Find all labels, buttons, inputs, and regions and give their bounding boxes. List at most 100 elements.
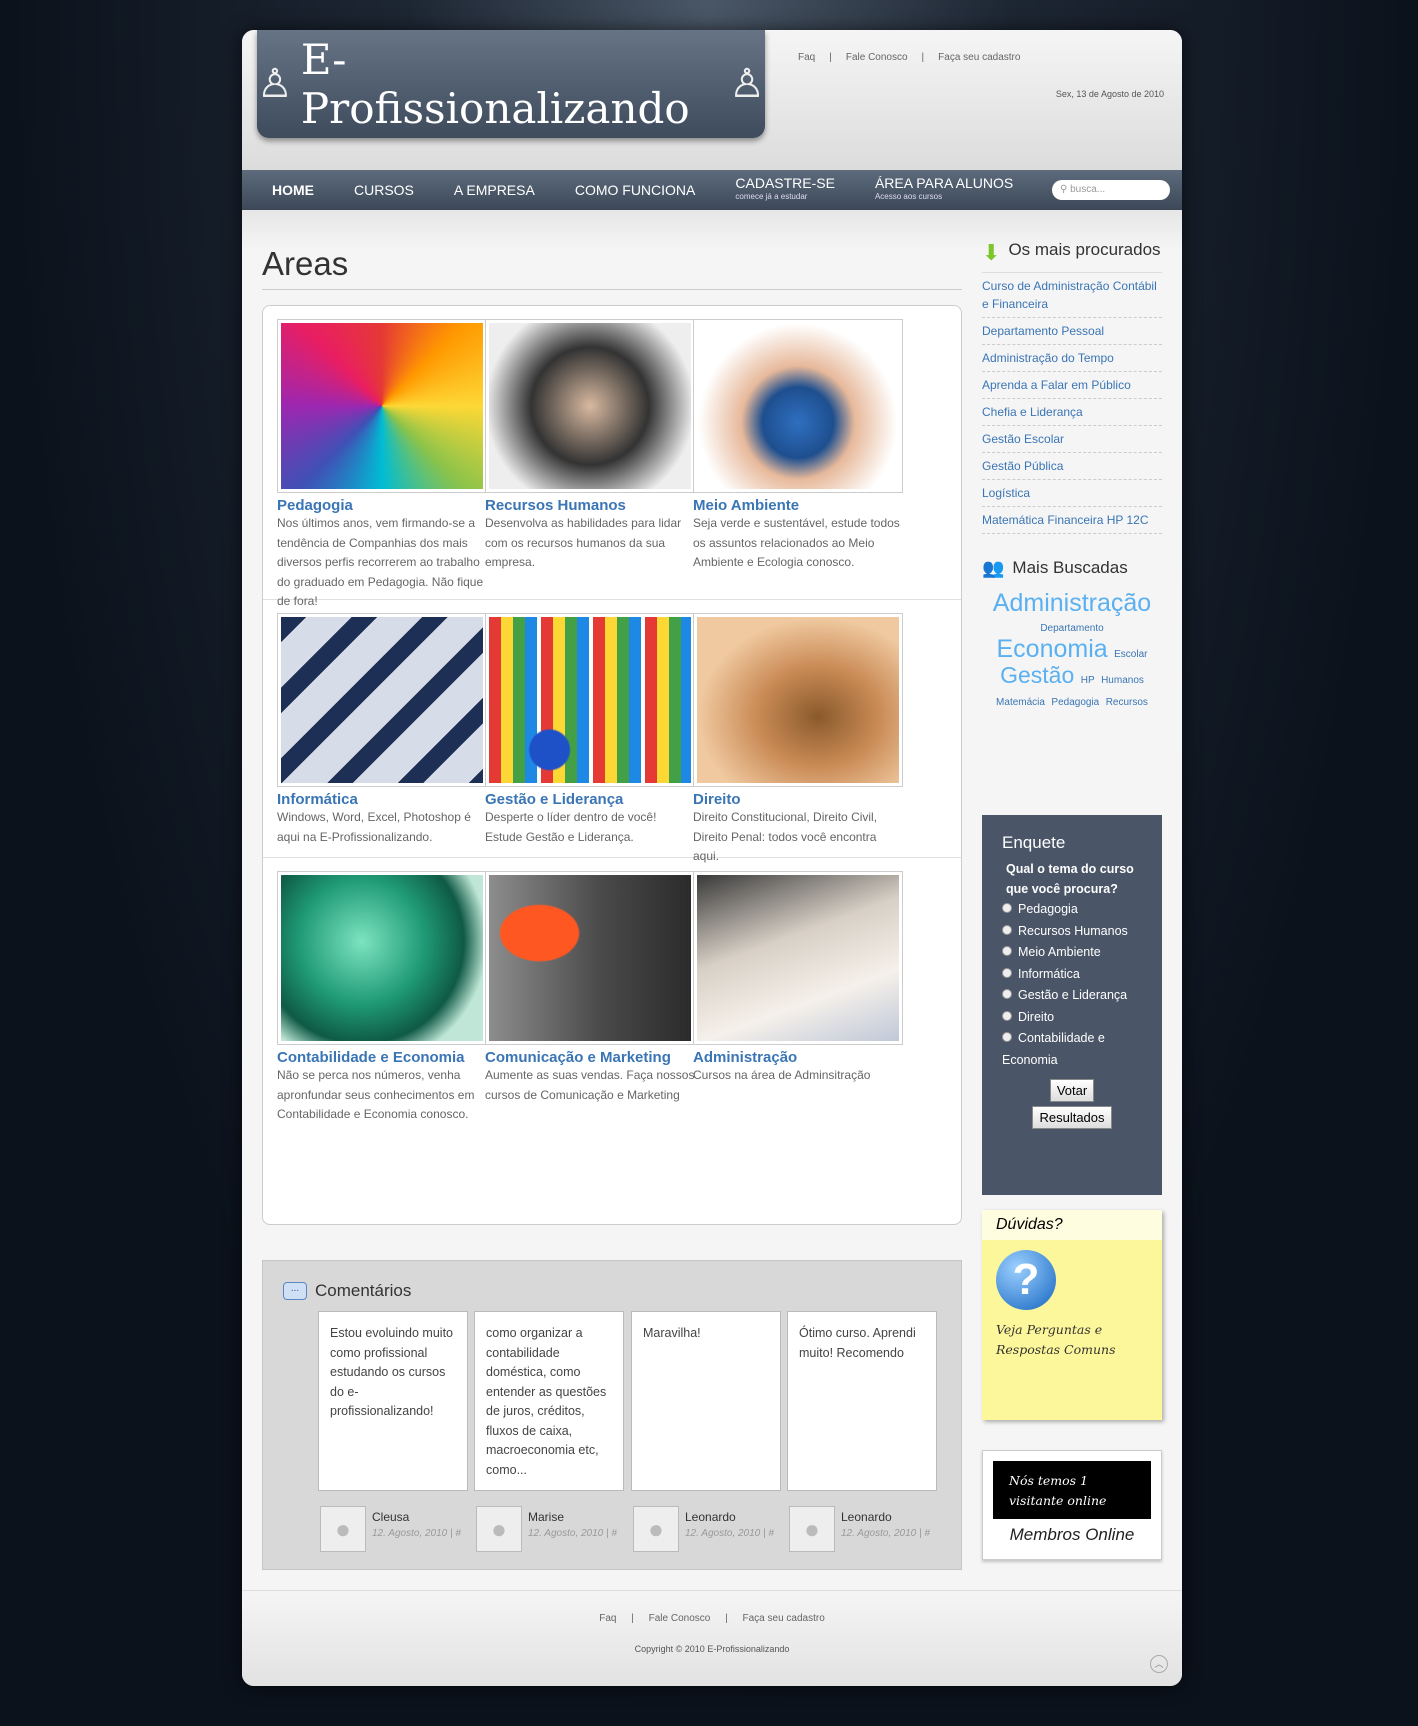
man-figure-icon: ♙ [257,61,293,107]
area-card-pedagogia[interactable]: Pedagogia Nos últimos anos, vem firmando-… [277,319,487,612]
tag[interactable]: Administração [993,589,1151,617]
top-link-faq[interactable]: Faq [798,52,815,63]
area-card-rh[interactable]: Recursos Humanos Desenvolva as habilidade… [485,319,695,573]
top-link-contact[interactable]: Fale Conosco [846,52,908,63]
footer-link-faq[interactable]: Faq [599,1613,616,1624]
tag[interactable]: Pedagogia [1051,697,1099,708]
most-link[interactable]: Administração do Tempo [982,345,1162,372]
most-link[interactable]: Curso de Administração Contábil e Financ… [982,273,1162,318]
faq-note[interactable]: Dúvidas? ? Veja Perguntas e Respostas Co… [982,1210,1162,1420]
nav-cadastre[interactable]: CADASTRE-SE comece já a estudar [715,176,855,204]
most-link[interactable]: Gestão Pública [982,453,1162,480]
comment-date[interactable]: 12. Agosto, 2010 | # [372,1528,461,1539]
contabilidade-image[interactable] [277,871,487,1045]
most-link[interactable]: Logística [982,480,1162,507]
area-description: Não se perca nos números, venha apronfun… [277,1068,475,1121]
tag[interactable]: Recursos [1106,697,1148,708]
pedagogia-image[interactable] [277,319,487,493]
radio-button[interactable] [1002,946,1012,956]
gestao-image[interactable] [485,613,695,787]
area-card-direito[interactable]: Direito Direito Constitucional, Direito C… [693,613,903,867]
nav-home[interactable]: HOME [252,183,334,197]
rh-image[interactable] [485,319,695,493]
tag[interactable]: Matemácia [996,697,1045,708]
search-input[interactable]: ⚲ busca... [1052,180,1170,200]
poll-option[interactable]: Recursos Humanos [1002,921,1142,943]
most-list: Curso de Administração Contábil e Financ… [982,273,1162,534]
radio-button[interactable] [1002,967,1012,978]
content-area: Areas Pedagogia Nos últimos anos, vem fir… [242,210,1182,1590]
area-card-contabilidade[interactable]: Contabilidade e Economia Não se perca nos… [277,871,487,1125]
nav-area-alunos[interactable]: ÁREA PARA ALUNOS Acesso aos cursos [855,176,1033,204]
most-link[interactable]: Chefia e Liderança [982,399,1162,426]
footer-link-register[interactable]: Faça seu cadastro [743,1613,825,1624]
tag[interactable]: Escolar [1114,649,1147,660]
comments-title-text: Comentários [315,1281,412,1300]
area-title[interactable]: Pedagogia [277,497,487,514]
nav-cursos[interactable]: CURSOS [334,183,434,197]
poll-title: Enquete [1002,833,1066,852]
poll-option[interactable]: Informática [1002,964,1142,986]
poll-option[interactable]: Direito [1002,1007,1142,1029]
area-title[interactable]: Informática [277,791,487,808]
nav-area-alunos-label: ÁREA PARA ALUNOS [874,175,1014,191]
comment-date[interactable]: 12. Agosto, 2010 | # [528,1528,617,1539]
most-link[interactable]: Gestão Escolar [982,426,1162,453]
nav-empresa[interactable]: A EMPRESA [434,183,555,197]
comment-date[interactable]: 12. Agosto, 2010 | # [841,1528,930,1539]
area-card-meio-ambiente[interactable]: Meio Ambiente Seja verde e sustentável, e… [693,319,903,573]
most-link[interactable]: Aprenda a Falar em Público [982,372,1162,399]
area-card-gestao[interactable]: Gestão e Liderança Desperte o líder dentr… [485,613,695,847]
site-logo[interactable]: ♙ E- Profissionalizando ♙ [257,30,765,138]
tag[interactable]: Departamento [1040,623,1103,634]
results-button[interactable]: Resultados [1032,1106,1112,1129]
area-card-comunicacao[interactable]: Comunicação e Marketing Aumente as suas v… [485,871,695,1105]
radio-button[interactable] [1002,989,1012,999]
area-card-informatica[interactable]: Informática Windows, Word, Excel, Photosh… [277,613,487,847]
area-title[interactable]: Contabilidade e Economia [277,1049,487,1066]
comment-bubble: Maravilha! [631,1311,781,1491]
most-link[interactable]: Departamento Pessoal [982,318,1162,345]
tag[interactable]: Gestão [1000,662,1074,688]
nav-como-funciona[interactable]: COMO FUNCIONA [555,183,716,197]
poll-option[interactable]: Meio Ambiente [1002,942,1142,964]
administracao-image[interactable] [693,871,903,1045]
tag[interactable]: Economia [997,635,1108,663]
comment-author: ● Cleusa 12. Agosto, 2010 | # [320,1506,470,1552]
tag[interactable]: Humanos [1101,675,1144,686]
radio-button[interactable] [1002,1010,1012,1021]
meio-ambiente-image[interactable] [693,319,903,493]
radio-button[interactable] [1002,924,1012,935]
area-title[interactable]: Comunicação e Marketing [485,1049,695,1066]
radio-button[interactable] [1002,1032,1012,1042]
search-placeholder: busca... [1070,184,1106,195]
faq-text: Veja Perguntas e Respostas Comuns [996,1322,1116,1357]
online-members-widget: Nós temos 1 visitante online Membros Onl… [982,1450,1162,1560]
separator: | [829,52,832,63]
area-title[interactable]: Direito [693,791,903,808]
poll-option[interactable]: Pedagogia [1002,899,1142,921]
area-card-administracao[interactable]: Administração Cursos na área de Adminsitr… [693,871,903,1086]
tag[interactable]: HP [1081,675,1095,686]
area-description: Direito Constitucional, Direito Civil, D… [693,810,878,863]
scroll-top-icon[interactable]: ︿ [1150,1655,1168,1673]
nav-empresa-label: A EMPRESA [453,182,535,198]
avatar: ● [789,1506,835,1552]
area-title[interactable]: Recursos Humanos [485,497,695,514]
most-link[interactable]: Matemática Financeira HP 12C [982,507,1162,534]
informatica-image[interactable] [277,613,487,787]
direito-image[interactable] [693,613,903,787]
footer-link-contact[interactable]: Fale Conosco [649,1613,711,1624]
poll-option[interactable]: Contabilidade e Economia [1002,1028,1142,1071]
area-title[interactable]: Gestão e Liderança [485,791,695,808]
area-title[interactable]: Meio Ambiente [693,497,903,514]
radio-button[interactable] [1002,903,1012,913]
poll-option[interactable]: Gestão e Liderança [1002,985,1142,1007]
comment-author: ● Marise 12. Agosto, 2010 | # [476,1506,626,1552]
top-link-register[interactable]: Faça seu cadastro [938,52,1020,63]
author-name: Marise [528,1510,565,1524]
comment-date[interactable]: 12. Agosto, 2010 | # [685,1528,774,1539]
comunicacao-image[interactable] [485,871,695,1045]
vote-button[interactable]: Votar [1049,1079,1095,1102]
area-title[interactable]: Administração [693,1049,903,1066]
